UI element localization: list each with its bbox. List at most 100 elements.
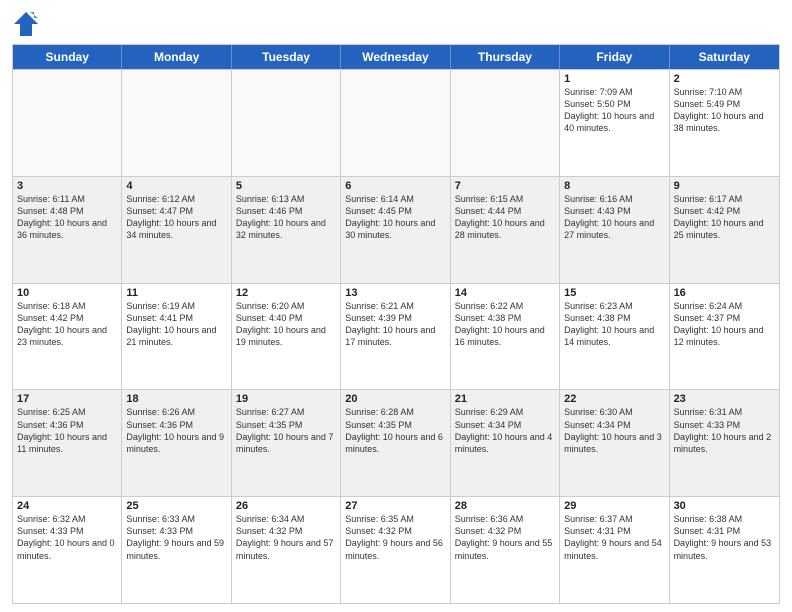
day-number: 5 <box>236 180 336 192</box>
day-info: Sunrise: 6:18 AM Sunset: 4:42 PM Dayligh… <box>17 300 117 349</box>
day-info: Sunrise: 7:09 AM Sunset: 5:50 PM Dayligh… <box>564 86 664 135</box>
calendar-header-monday: Monday <box>122 45 231 69</box>
day-number: 27 <box>345 500 445 512</box>
day-number: 1 <box>564 73 664 85</box>
header <box>12 10 780 38</box>
day-info: Sunrise: 6:20 AM Sunset: 4:40 PM Dayligh… <box>236 300 336 349</box>
calendar-cell: 4Sunrise: 6:12 AM Sunset: 4:47 PM Daylig… <box>122 177 231 283</box>
calendar-cell: 30Sunrise: 6:38 AM Sunset: 4:31 PM Dayli… <box>670 497 779 603</box>
calendar-cell: 9Sunrise: 6:17 AM Sunset: 4:42 PM Daylig… <box>670 177 779 283</box>
calendar-cell: 18Sunrise: 6:26 AM Sunset: 4:36 PM Dayli… <box>122 390 231 496</box>
calendar-cell: 19Sunrise: 6:27 AM Sunset: 4:35 PM Dayli… <box>232 390 341 496</box>
day-number: 11 <box>126 287 226 299</box>
calendar-cell: 25Sunrise: 6:33 AM Sunset: 4:33 PM Dayli… <box>122 497 231 603</box>
calendar-row-3: 17Sunrise: 6:25 AM Sunset: 4:36 PM Dayli… <box>13 389 779 496</box>
day-info: Sunrise: 6:16 AM Sunset: 4:43 PM Dayligh… <box>564 193 664 242</box>
day-info: Sunrise: 6:24 AM Sunset: 4:37 PM Dayligh… <box>674 300 775 349</box>
day-info: Sunrise: 6:36 AM Sunset: 4:32 PM Dayligh… <box>455 513 555 562</box>
calendar-cell <box>122 70 231 176</box>
calendar-cell <box>341 70 450 176</box>
day-info: Sunrise: 6:30 AM Sunset: 4:34 PM Dayligh… <box>564 406 664 455</box>
calendar-cell: 2Sunrise: 7:10 AM Sunset: 5:49 PM Daylig… <box>670 70 779 176</box>
day-info: Sunrise: 6:17 AM Sunset: 4:42 PM Dayligh… <box>674 193 775 242</box>
calendar-cell: 22Sunrise: 6:30 AM Sunset: 4:34 PM Dayli… <box>560 390 669 496</box>
calendar-cell: 23Sunrise: 6:31 AM Sunset: 4:33 PM Dayli… <box>670 390 779 496</box>
day-number: 4 <box>126 180 226 192</box>
calendar-cell: 15Sunrise: 6:23 AM Sunset: 4:38 PM Dayli… <box>560 284 669 390</box>
day-number: 19 <box>236 393 336 405</box>
day-number: 7 <box>455 180 555 192</box>
calendar: SundayMondayTuesdayWednesdayThursdayFrid… <box>12 44 780 604</box>
day-info: Sunrise: 6:33 AM Sunset: 4:33 PM Dayligh… <box>126 513 226 562</box>
day-info: Sunrise: 6:21 AM Sunset: 4:39 PM Dayligh… <box>345 300 445 349</box>
day-info: Sunrise: 6:14 AM Sunset: 4:45 PM Dayligh… <box>345 193 445 242</box>
day-number: 6 <box>345 180 445 192</box>
day-info: Sunrise: 6:38 AM Sunset: 4:31 PM Dayligh… <box>674 513 775 562</box>
day-info: Sunrise: 6:31 AM Sunset: 4:33 PM Dayligh… <box>674 406 775 455</box>
day-number: 16 <box>674 287 775 299</box>
day-info: Sunrise: 6:32 AM Sunset: 4:33 PM Dayligh… <box>17 513 117 562</box>
page: SundayMondayTuesdayWednesdayThursdayFrid… <box>0 0 792 612</box>
calendar-cell <box>232 70 341 176</box>
day-number: 29 <box>564 500 664 512</box>
day-number: 28 <box>455 500 555 512</box>
calendar-cell: 20Sunrise: 6:28 AM Sunset: 4:35 PM Dayli… <box>341 390 450 496</box>
day-info: Sunrise: 7:10 AM Sunset: 5:49 PM Dayligh… <box>674 86 775 135</box>
calendar-cell <box>13 70 122 176</box>
calendar-cell: 21Sunrise: 6:29 AM Sunset: 4:34 PM Dayli… <box>451 390 560 496</box>
day-number: 20 <box>345 393 445 405</box>
calendar-cell: 1Sunrise: 7:09 AM Sunset: 5:50 PM Daylig… <box>560 70 669 176</box>
calendar-cell: 12Sunrise: 6:20 AM Sunset: 4:40 PM Dayli… <box>232 284 341 390</box>
calendar-cell: 10Sunrise: 6:18 AM Sunset: 4:42 PM Dayli… <box>13 284 122 390</box>
calendar-cell: 16Sunrise: 6:24 AM Sunset: 4:37 PM Dayli… <box>670 284 779 390</box>
day-info: Sunrise: 6:29 AM Sunset: 4:34 PM Dayligh… <box>455 406 555 455</box>
calendar-cell: 13Sunrise: 6:21 AM Sunset: 4:39 PM Dayli… <box>341 284 450 390</box>
calendar-cell <box>451 70 560 176</box>
day-info: Sunrise: 6:23 AM Sunset: 4:38 PM Dayligh… <box>564 300 664 349</box>
day-number: 25 <box>126 500 226 512</box>
calendar-cell: 28Sunrise: 6:36 AM Sunset: 4:32 PM Dayli… <box>451 497 560 603</box>
calendar-cell: 27Sunrise: 6:35 AM Sunset: 4:32 PM Dayli… <box>341 497 450 603</box>
calendar-header-saturday: Saturday <box>670 45 779 69</box>
day-info: Sunrise: 6:13 AM Sunset: 4:46 PM Dayligh… <box>236 193 336 242</box>
calendar-header-tuesday: Tuesday <box>232 45 341 69</box>
day-info: Sunrise: 6:11 AM Sunset: 4:48 PM Dayligh… <box>17 193 117 242</box>
calendar-cell: 5Sunrise: 6:13 AM Sunset: 4:46 PM Daylig… <box>232 177 341 283</box>
day-number: 9 <box>674 180 775 192</box>
day-number: 8 <box>564 180 664 192</box>
calendar-body: 1Sunrise: 7:09 AM Sunset: 5:50 PM Daylig… <box>13 69 779 603</box>
calendar-row-1: 3Sunrise: 6:11 AM Sunset: 4:48 PM Daylig… <box>13 176 779 283</box>
day-number: 30 <box>674 500 775 512</box>
calendar-cell: 17Sunrise: 6:25 AM Sunset: 4:36 PM Dayli… <box>13 390 122 496</box>
calendar-row-0: 1Sunrise: 7:09 AM Sunset: 5:50 PM Daylig… <box>13 69 779 176</box>
calendar-row-4: 24Sunrise: 6:32 AM Sunset: 4:33 PM Dayli… <box>13 496 779 603</box>
day-info: Sunrise: 6:12 AM Sunset: 4:47 PM Dayligh… <box>126 193 226 242</box>
day-info: Sunrise: 6:27 AM Sunset: 4:35 PM Dayligh… <box>236 406 336 455</box>
calendar-header-sunday: Sunday <box>13 45 122 69</box>
day-number: 24 <box>17 500 117 512</box>
calendar-header-row: SundayMondayTuesdayWednesdayThursdayFrid… <box>13 45 779 69</box>
day-info: Sunrise: 6:28 AM Sunset: 4:35 PM Dayligh… <box>345 406 445 455</box>
day-number: 14 <box>455 287 555 299</box>
day-info: Sunrise: 6:22 AM Sunset: 4:38 PM Dayligh… <box>455 300 555 349</box>
day-number: 23 <box>674 393 775 405</box>
day-number: 3 <box>17 180 117 192</box>
day-info: Sunrise: 6:25 AM Sunset: 4:36 PM Dayligh… <box>17 406 117 455</box>
day-info: Sunrise: 6:35 AM Sunset: 4:32 PM Dayligh… <box>345 513 445 562</box>
calendar-header-wednesday: Wednesday <box>341 45 450 69</box>
calendar-cell: 7Sunrise: 6:15 AM Sunset: 4:44 PM Daylig… <box>451 177 560 283</box>
day-number: 18 <box>126 393 226 405</box>
calendar-cell: 11Sunrise: 6:19 AM Sunset: 4:41 PM Dayli… <box>122 284 231 390</box>
day-info: Sunrise: 6:15 AM Sunset: 4:44 PM Dayligh… <box>455 193 555 242</box>
calendar-header-thursday: Thursday <box>451 45 560 69</box>
day-number: 22 <box>564 393 664 405</box>
calendar-cell: 8Sunrise: 6:16 AM Sunset: 4:43 PM Daylig… <box>560 177 669 283</box>
day-number: 12 <box>236 287 336 299</box>
calendar-cell: 29Sunrise: 6:37 AM Sunset: 4:31 PM Dayli… <box>560 497 669 603</box>
calendar-cell: 6Sunrise: 6:14 AM Sunset: 4:45 PM Daylig… <box>341 177 450 283</box>
day-info: Sunrise: 6:34 AM Sunset: 4:32 PM Dayligh… <box>236 513 336 562</box>
day-number: 10 <box>17 287 117 299</box>
calendar-row-2: 10Sunrise: 6:18 AM Sunset: 4:42 PM Dayli… <box>13 283 779 390</box>
calendar-cell: 3Sunrise: 6:11 AM Sunset: 4:48 PM Daylig… <box>13 177 122 283</box>
calendar-cell: 14Sunrise: 6:22 AM Sunset: 4:38 PM Dayli… <box>451 284 560 390</box>
